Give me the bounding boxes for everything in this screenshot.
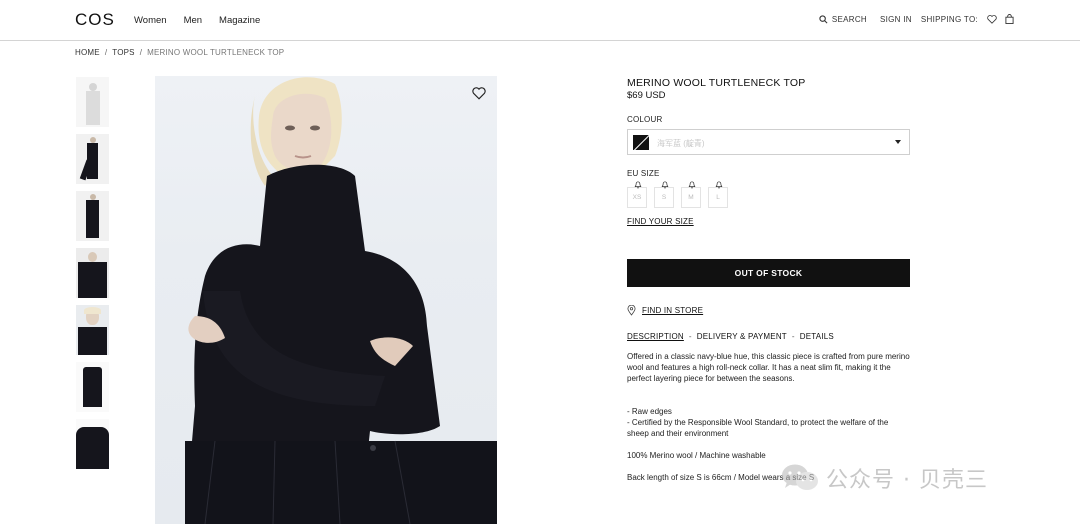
find-in-store-label: FIND IN STORE: [642, 306, 704, 315]
thumbnail-3[interactable]: [76, 191, 109, 241]
nav-women[interactable]: Women: [134, 15, 167, 26]
thumbnail-1[interactable]: [76, 77, 109, 127]
nav-magazine[interactable]: Magazine: [219, 15, 260, 26]
size-option-xs[interactable]: XS: [627, 181, 647, 208]
thumbnail-4[interactable]: [76, 248, 109, 298]
size-selector: XS S M L: [627, 181, 735, 208]
nav-men[interactable]: Men: [184, 15, 202, 26]
thumbnail-6[interactable]: [76, 362, 109, 412]
product-price: $69 USD: [627, 90, 666, 101]
tab-separator: -: [791, 332, 795, 341]
chevron-down-icon: [895, 140, 901, 144]
search-icon: [819, 14, 828, 23]
colour-select[interactable]: 海军蓝 (靛青): [627, 129, 910, 155]
tab-description[interactable]: DESCRIPTION: [627, 332, 684, 341]
cos-logo[interactable]: COS: [75, 10, 115, 30]
breadcrumb-tops[interactable]: TOPS: [112, 48, 134, 57]
breadcrumb-home[interactable]: HOME: [75, 48, 100, 57]
search-button[interactable]: SEARCH: [819, 15, 867, 24]
product-description: Offered in a classic navy-blue hue, this…: [627, 352, 910, 383]
colour-swatch: [633, 135, 649, 150]
product-main-image: [155, 76, 497, 524]
size-option-s[interactable]: S: [654, 181, 674, 208]
search-label: SEARCH: [831, 14, 867, 24]
size-label-xs: XS: [632, 194, 642, 201]
bell-icon: [688, 181, 696, 189]
breadcrumb: HOME / TOPS / MERINO WOOL TURTLENECK TOP: [75, 48, 284, 57]
find-your-size-link[interactable]: FIND YOUR SIZE: [627, 217, 694, 226]
tab-details[interactable]: DETAILS: [800, 332, 834, 341]
colour-label: COLOUR: [627, 115, 663, 124]
out-of-stock-button[interactable]: OUT OF STOCK: [627, 259, 910, 287]
site-header: COS Women Men Magazine SEARCH SIGN IN SH…: [0, 0, 1080, 41]
wechat-icon: [782, 464, 818, 490]
bell-icon: [661, 181, 669, 189]
location-pin-icon: [627, 305, 636, 316]
size-label: EU SIZE: [627, 169, 660, 178]
thumbnail-gallery: [76, 77, 109, 476]
composition-text: 100% Merino wool / Machine washable: [627, 451, 766, 460]
breadcrumb-separator: /: [139, 48, 143, 57]
bell-icon: [715, 181, 723, 189]
product-title: MERINO WOOL TURTLENECK TOP: [627, 77, 806, 89]
favorite-button[interactable]: [472, 87, 486, 105]
thumbnail-5[interactable]: [76, 305, 109, 355]
bullet-item: - Certified by the Responsible Wool Stan…: [627, 418, 889, 438]
size-option-l[interactable]: L: [708, 181, 728, 208]
thumbnail-7[interactable]: [76, 419, 109, 469]
model-photo: [185, 77, 497, 524]
thumbnail-2[interactable]: [76, 134, 109, 184]
signin-link[interactable]: SIGN IN: [880, 15, 912, 24]
size-label-l: L: [716, 194, 720, 201]
breadcrumb-separator: /: [104, 48, 108, 57]
find-in-store-link[interactable]: FIND IN STORE: [627, 305, 703, 316]
heart-icon: [472, 87, 486, 100]
size-label-m: M: [688, 194, 694, 201]
watermark-text: 公众号 · 贝壳三: [826, 468, 988, 493]
utility-nav: SEARCH SIGN IN SHIPPING TO:: [819, 14, 1014, 24]
tab-separator: -: [688, 332, 692, 341]
shipping-selector[interactable]: SHIPPING TO:: [921, 15, 978, 24]
breadcrumb-current: MERINO WOOL TURTLENECK TOP: [147, 48, 285, 57]
watermark: 公众号 · 贝壳三: [780, 462, 988, 494]
size-label-s: S: [661, 194, 667, 201]
bullet-item: - Raw edges: [627, 407, 672, 416]
heart-icon[interactable]: [987, 14, 997, 24]
bag-icon[interactable]: [1005, 14, 1014, 24]
size-option-m[interactable]: M: [681, 181, 701, 208]
bell-icon: [634, 181, 642, 189]
colour-value: 海军蓝 (靛青): [657, 139, 705, 148]
tab-delivery-payment[interactable]: DELIVERY & PAYMENT: [697, 332, 787, 341]
main-nav: Women Men Magazine: [134, 15, 277, 26]
product-info-tabs: DESCRIPTION - DELIVERY & PAYMENT - DETAI…: [627, 332, 834, 341]
